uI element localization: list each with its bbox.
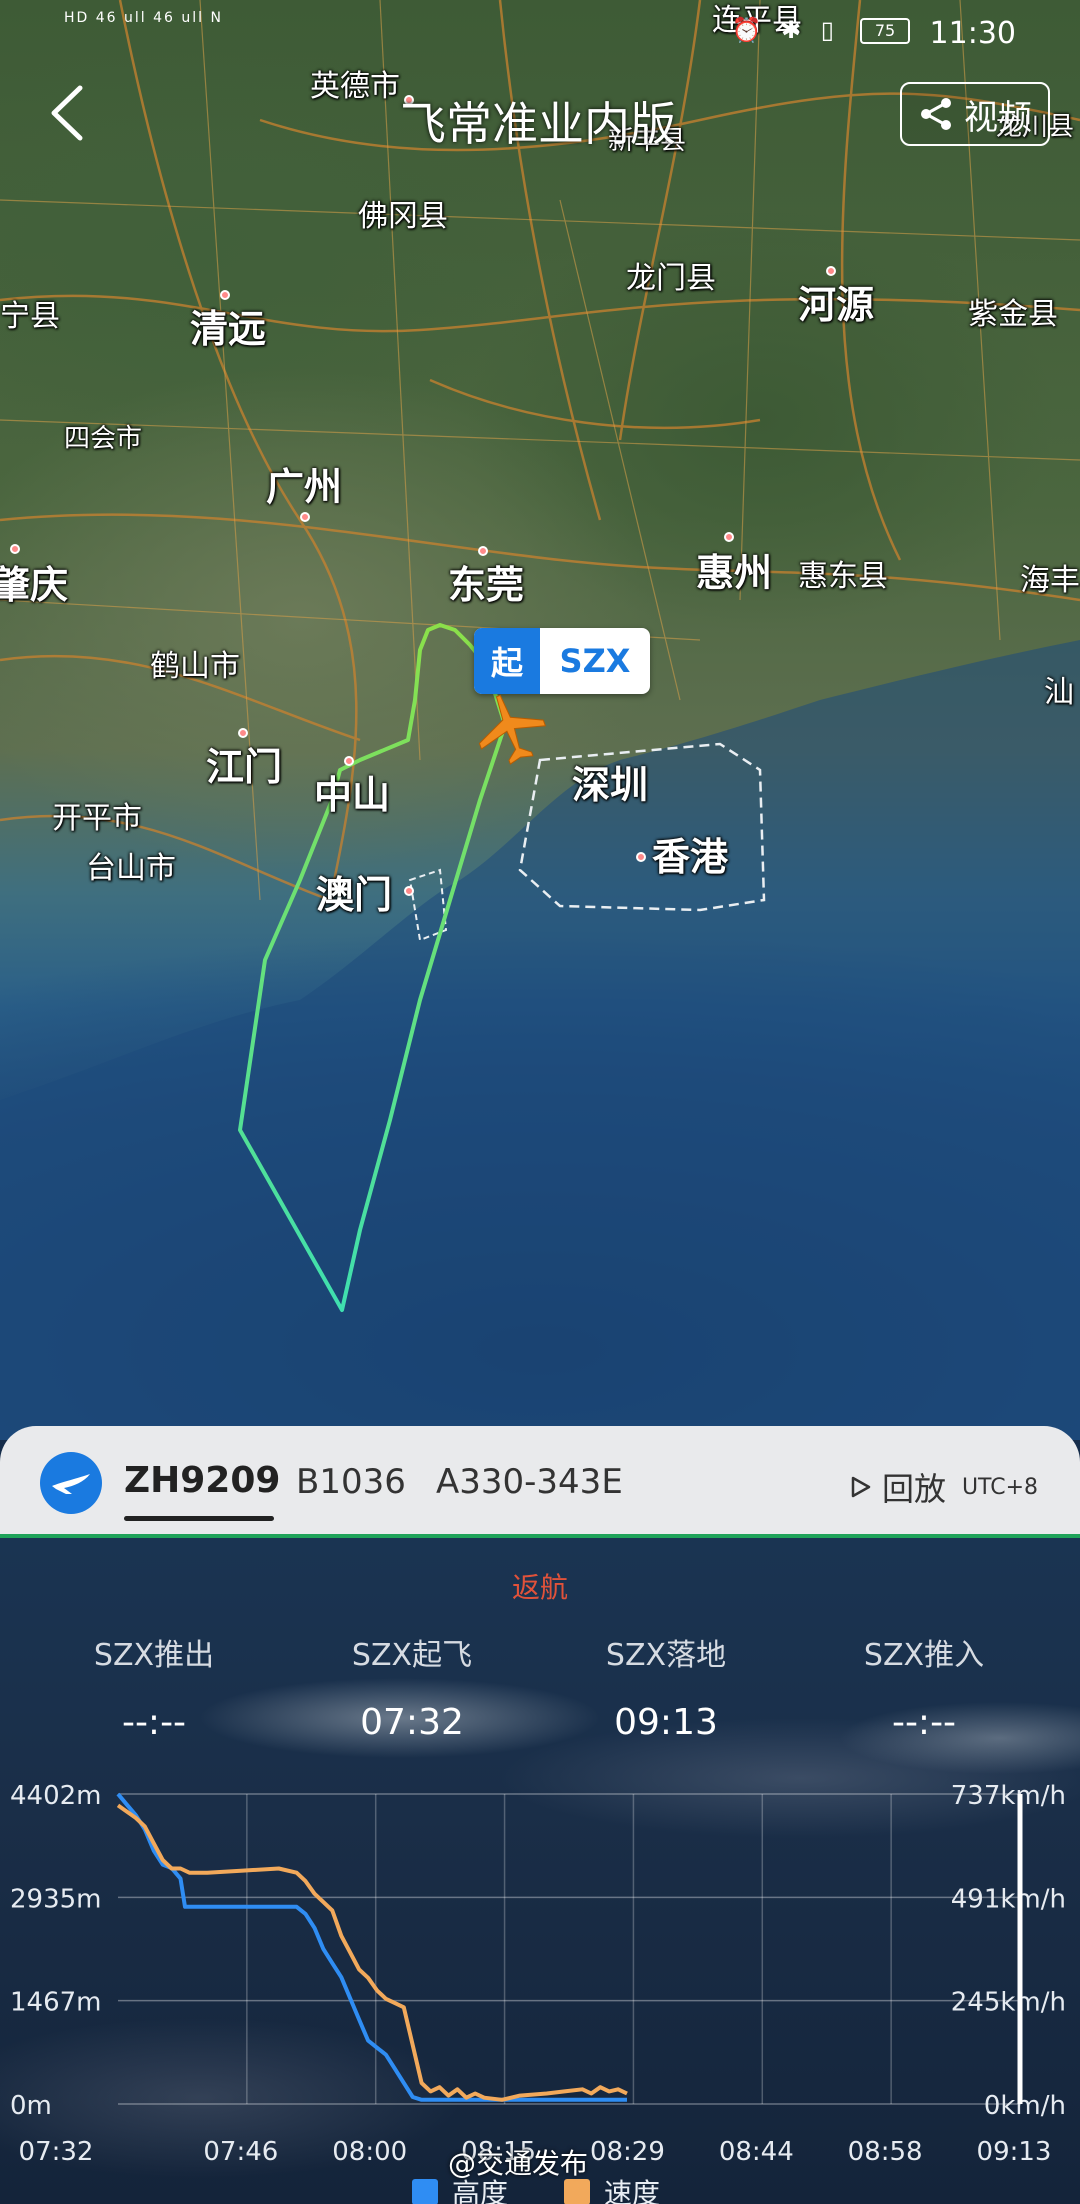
legend-swatch — [564, 2179, 590, 2204]
play-icon — [851, 1476, 871, 1498]
place-dongguan: 东莞 — [448, 563, 525, 607]
flight-map[interactable]: 连平县 英德市 新丰县 龙川县 佛冈县 龙门县 河源 紫金县 宁县 清远 四会市… — [0, 0, 1080, 1440]
back-button[interactable] — [40, 78, 100, 148]
place-dot — [724, 532, 734, 542]
replay-label: 回放 — [881, 1470, 946, 1508]
x-tick-label: 08:44 — [719, 2137, 794, 2167]
x-tick-label: 07:32 — [19, 2137, 94, 2167]
place-haifeng: 海丰 — [1020, 563, 1080, 598]
place-heyuan: 河源 — [798, 283, 875, 327]
place-hongkong: 香港 — [652, 835, 729, 879]
active-tab-indicator — [124, 1516, 274, 1521]
y-right-tick-label: 491km/h — [951, 1884, 1066, 1914]
place-shenzhen: 深圳 — [572, 763, 649, 807]
y-right-tick-label: 0km/h — [984, 2091, 1066, 2121]
x-tick-label: 07:46 — [203, 2137, 278, 2167]
place-dot — [826, 266, 836, 276]
flight-number-tab[interactable]: ZH9209 — [124, 1460, 280, 1501]
place-shan: 汕 — [1044, 675, 1074, 710]
battery-icon: 75 — [860, 18, 910, 44]
x-tick-label: 08:00 — [332, 2137, 407, 2167]
chart-canvas: 4402m 737km/h 2935m 491km/h 1467m 245km/h 0m 0k… — [10, 1781, 1066, 2167]
place-qingyuan: 清远 — [190, 307, 267, 351]
share-icon — [921, 98, 951, 130]
y-right-tick-label: 245km/h — [951, 1988, 1066, 2018]
time-value: --:-- — [121, 1702, 187, 1743]
place-taishan: 台山市 — [86, 851, 176, 886]
place-yingde: 英德市 — [310, 69, 400, 104]
x-tick-label: 09:13 — [977, 2137, 1052, 2167]
place-sihui: 四会市 — [64, 424, 143, 454]
video-button[interactable]: 视频 — [900, 82, 1050, 146]
aircraft-type: A330-343E — [436, 1462, 623, 1502]
y-left-tick-label: 4402m — [10, 1781, 102, 1811]
x-tick-label: 08:58 — [848, 2137, 923, 2167]
place-dot — [220, 290, 230, 300]
departure-tag[interactable]: 起 SZX — [474, 628, 650, 694]
place-kaiping: 开平市 — [52, 801, 142, 836]
time-pushback: SZX推出 --:-- — [44, 1630, 264, 1743]
flight-status: 返航 — [511, 1571, 568, 1604]
place-longmen: 龙门县 — [626, 261, 716, 296]
status-bar: HD 46 ull 46 ull N ⏰ ✱ ▯ 75 11:30 — [0, 0, 1080, 60]
system-icons: ⏰ ✱ ▯ — [731, 16, 840, 44]
place-zijin: 紫金县 — [968, 297, 1058, 332]
place-zhaoqing: 肇庆 — [0, 563, 69, 607]
place-huizhou: 惠州 — [696, 551, 773, 595]
replay-button[interactable]: 回放 UTC+8 — [850, 1464, 1038, 1510]
departure-tag-key: 起 — [474, 628, 540, 694]
place-macau: 澳门 — [316, 873, 393, 917]
flight-detail-panel: 返航 SZX推出 --:-- SZX起飞 07:32 SZX落地 09:13 S… — [0, 1538, 1080, 2204]
time-label: SZX推出 — [93, 1638, 215, 1673]
time-value: 07:32 — [360, 1702, 464, 1743]
place-jiangmen: 江门 — [206, 745, 283, 789]
place-heshan: 鹤山市 — [150, 649, 240, 684]
weibo-watermark: @交通发布 — [448, 2147, 589, 2180]
altitude-speed-chart[interactable]: 4402m 737km/h 2935m 491km/h 1467m 245km/h 0m 0k… — [0, 1770, 1080, 2204]
place-dot — [238, 728, 248, 738]
place-dot — [478, 546, 488, 556]
y-left-tick-label: 1467m — [10, 1988, 102, 2018]
place-dot — [344, 756, 354, 766]
speed-line — [116, 1803, 628, 2102]
legend-label: 速度 — [604, 2177, 661, 2204]
time-label: SZX起飞 — [351, 1638, 473, 1673]
time-label: SZX推入 — [863, 1638, 985, 1673]
place-ningxian: 宁县 — [0, 299, 60, 334]
place-huidong: 惠东县 — [798, 559, 888, 594]
place-dot — [404, 886, 414, 896]
place-zhongshan: 中山 — [314, 773, 391, 817]
departure-tag-code: SZX — [559, 642, 631, 680]
place-fogang: 佛冈县 — [358, 199, 448, 234]
altitude-line — [116, 1792, 627, 2102]
timezone-label: UTC+8 — [961, 1474, 1038, 1500]
signal-icons: HD 46 ull 46 ull N — [64, 10, 223, 26]
flight-info-bar: ZH9209 B1036 A330-343E 回放 UTC+8 — [0, 1426, 1080, 1538]
place-guangzhou: 广州 — [266, 465, 343, 509]
x-tick-label: 08:29 — [590, 2137, 665, 2167]
chevron-left-icon — [51, 85, 83, 141]
y-right-tick-label: 737km/h — [951, 1781, 1066, 1811]
airplane-icon[interactable] — [470, 688, 550, 768]
app-title: 飞常准业内版 — [400, 97, 676, 151]
airline-logo-icon — [40, 1452, 102, 1514]
time-gate-in: SZX推入 --:-- — [814, 1630, 1034, 1743]
place-dot — [636, 852, 646, 862]
time-value: 09:13 — [614, 1702, 718, 1743]
y-left-tick-label: 2935m — [10, 1884, 102, 1914]
time-takeoff: SZX起飞 07:32 — [302, 1630, 522, 1743]
y-left-tick-label: 0m — [10, 2091, 52, 2121]
time-label: SZX落地 — [605, 1638, 727, 1673]
legend-swatch — [412, 2179, 438, 2204]
place-dot — [300, 512, 310, 522]
time-value: --:-- — [891, 1702, 957, 1743]
aircraft-registration: B1036 — [296, 1462, 406, 1502]
clock: 11:30 — [929, 16, 1016, 51]
place-dot — [10, 544, 20, 554]
video-button-label: 视频 — [964, 97, 1032, 138]
time-landing: SZX落地 09:13 — [556, 1630, 776, 1743]
